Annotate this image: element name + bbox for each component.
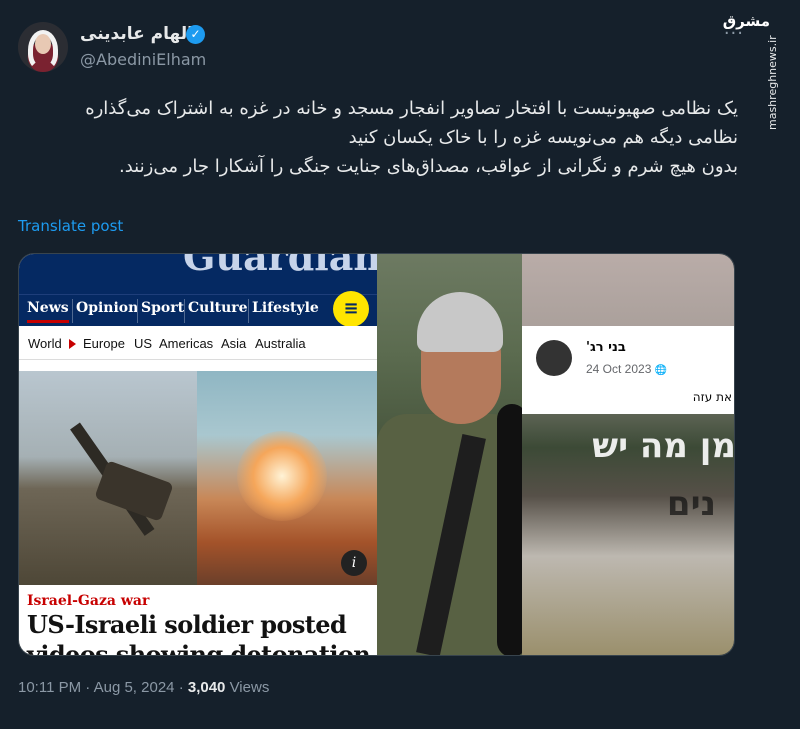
soldier-photo (377, 254, 527, 655)
nav-news: News (27, 300, 69, 323)
tweet-line: یک نظامی صهیونیست با افتخار تصاویر انفجا… (85, 98, 738, 119)
media-attachment[interactable]: Guardian News Opinion Sport Culture Life… (18, 253, 735, 656)
guardian-masthead: Guardian (183, 254, 377, 279)
globe-icon: 🌐 (654, 365, 668, 376)
meta-separator: · (178, 679, 184, 696)
subnav-us: US (134, 336, 153, 351)
views-count: 3,040 (187, 679, 226, 696)
verified-badge-icon: ✓ (186, 25, 205, 44)
rifle-body-shape (94, 460, 174, 522)
guardian-masthead-bar: Guardian (19, 254, 377, 294)
avatar-face (35, 34, 51, 54)
guardian-nav: News Opinion Sport Culture Lifestyle (19, 294, 377, 326)
facebook-post-date: 24 Oct 2023 🌐 (586, 362, 667, 376)
facebook-overlay-text: נים (666, 484, 716, 524)
tweet-line: نظامی دیگه هم می‌نویسه غزه را با خاک یکس… (348, 127, 738, 148)
nav-divider (248, 299, 249, 323)
author-name[interactable]: الهام عابدینی (80, 24, 193, 44)
video-frame-gun (19, 371, 197, 585)
facebook-avatar (536, 340, 572, 376)
subnav-asia: Asia (221, 336, 247, 351)
views-label: Views (229, 679, 270, 696)
guardian-menu-icon: ≡ (333, 291, 369, 327)
post-time[interactable]: 10:11 PM (18, 679, 81, 696)
guardian-subnav: World Europe US Americas Asia Australia (19, 326, 377, 360)
nav-culture: Culture (188, 300, 248, 316)
info-icon: i (341, 550, 367, 576)
nav-divider (184, 299, 185, 323)
facebook-post-text: את עזה (692, 390, 732, 404)
explosion-shape (237, 431, 327, 521)
avatar[interactable] (18, 22, 68, 72)
facebook-post-screenshot: בני רג' 24 Oct 2023 🌐 את עזה מן מה יש ני… (522, 254, 735, 655)
subnav-world: World (28, 336, 62, 351)
nav-divider (137, 299, 138, 323)
facebook-date-text: 24 Oct 2023 (586, 362, 652, 376)
meta-separator: · (85, 679, 91, 696)
facebook-overlay-text: מן מה יש (592, 426, 735, 466)
guardian-screenshot: Guardian News Opinion Sport Culture Life… (19, 254, 377, 656)
article-headline: US-Israeli soldier posted videos showing… (27, 610, 377, 656)
site-watermark: mashreghnews.ir (766, 35, 779, 130)
tweet-meta: 10:11 PM · Aug 5, 2024 · 3,040 Views (18, 679, 269, 696)
translate-post-link[interactable]: Translate post (18, 217, 123, 235)
facebook-author-name: בני רג' (586, 340, 626, 355)
nav-sport: Sport (141, 300, 185, 316)
subnav-americas: Americas (159, 336, 214, 351)
tweet-line: بدون هیچ شرم و نگرانی از عواقب، مصداق‌ها… (119, 156, 738, 177)
headline-line: videos showing detonation (27, 640, 371, 656)
subnav-arrow-icon (69, 339, 76, 349)
post-date[interactable]: Aug 5, 2024 (94, 679, 175, 696)
subnav-europe: Europe (83, 336, 125, 351)
hair-shape (417, 292, 503, 352)
article-kicker: Israel-Gaza war (27, 593, 150, 609)
author-handle[interactable]: @AbediniElham (80, 50, 206, 69)
nav-opinion: Opinion (76, 300, 139, 316)
facebook-post-card: בני רג' 24 Oct 2023 🌐 את עזה (522, 326, 734, 414)
site-logo: مشرق (722, 12, 770, 30)
nav-lifestyle: Lifestyle (252, 300, 319, 316)
headline-line: US-Israeli soldier posted (27, 610, 347, 639)
subnav-australia: Australia (255, 336, 306, 351)
nav-divider (72, 299, 73, 323)
tweet-body: یک نظامی صهیونیست با افتخار تصاویر انفجا… (38, 94, 738, 181)
